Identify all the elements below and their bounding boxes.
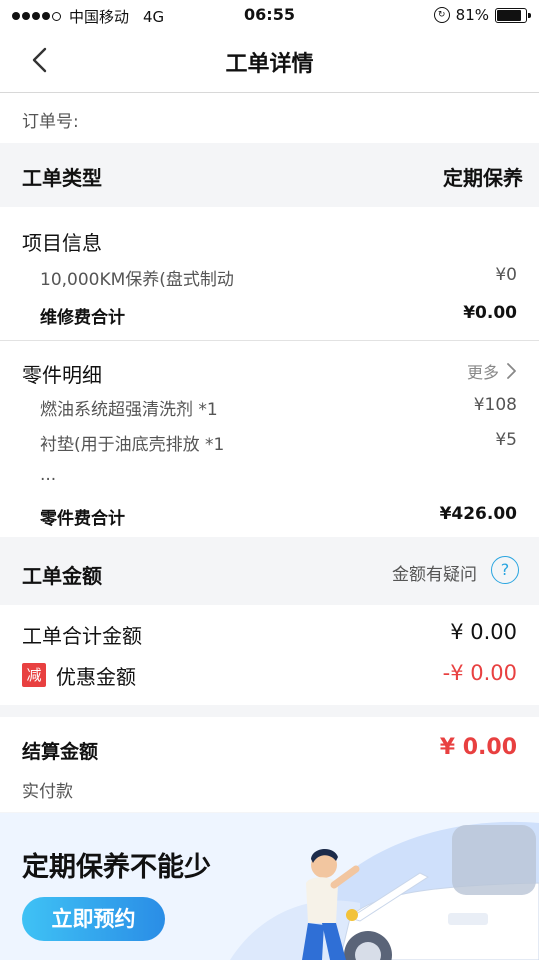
- work-type-row: 工单类型 定期保养: [0, 144, 539, 206]
- order-total-value: ¥ 0.00: [450, 620, 517, 644]
- nav-bar: 工单详情: [0, 30, 539, 93]
- part-item-price: ¥108: [473, 395, 517, 415]
- repair-total-label: 维修费合计: [40, 308, 125, 328]
- discount-badge: 减: [22, 663, 46, 687]
- amount-card: 工单合计金额 ¥ 0.00 减 优惠金额 -¥ 0.00: [0, 605, 539, 705]
- banner-slogan: 定期保养不能少: [22, 852, 211, 883]
- order-total-label: 工单合计金额: [22, 624, 142, 648]
- work-type-value: 定期保养: [443, 166, 523, 190]
- actual-payment-label: 实付款: [22, 782, 73, 802]
- discount-label: 优惠金额: [56, 665, 136, 689]
- settlement-card: 结算金额 ¥ 0.00 实付款: [0, 717, 539, 812]
- parts-title: 零件明细: [22, 363, 102, 387]
- settlement-label: 结算金额: [22, 741, 99, 763]
- project-item-price: ¥0: [495, 265, 517, 285]
- parts-total-label: 零件费合计: [40, 509, 125, 529]
- repair-total-value: ¥0.00: [463, 303, 517, 323]
- parts-more-link[interactable]: 更多: [467, 359, 517, 383]
- help-icon[interactable]: ?: [491, 556, 519, 584]
- battery-percent: 81%: [455, 6, 489, 24]
- parts-card: 零件明细 更多 燃油系统超强清洗剂 *1 ¥108 衬垫(用于油底壳排放 *1 …: [0, 341, 539, 537]
- project-info-card: 项目信息 10,000KM保养(盘式制动 ¥0 维修费合计 ¥0.00: [0, 207, 539, 341]
- part-item-price: ¥5: [495, 430, 517, 450]
- amount-title: 工单金额: [22, 564, 102, 588]
- rotation-lock-icon: ↻: [433, 7, 450, 23]
- status-right: ↻ 81%: [433, 6, 531, 24]
- project-info-title: 项目信息: [22, 231, 102, 255]
- book-now-button[interactable]: 立即预约: [22, 897, 165, 941]
- parts-ellipsis: ...: [40, 465, 57, 485]
- project-item-name: 10,000KM保养(盘式制动: [40, 270, 234, 290]
- work-type-label: 工单类型: [22, 166, 102, 190]
- order-number-label: 订单号:: [22, 112, 79, 132]
- promo-banner[interactable]: 定期保养不能少 立即预约: [0, 813, 539, 960]
- part-item-name: 燃油系统超强清洗剂 *1: [40, 400, 218, 420]
- chevron-right-icon: [507, 363, 516, 379]
- order-number-row: 订单号:: [0, 93, 539, 143]
- status-bar: 中国移动 4G 06:55 ↻ 81%: [0, 0, 539, 30]
- more-label: 更多: [466, 363, 499, 382]
- parts-total-value: ¥426.00: [439, 504, 517, 524]
- amount-header: 工单金额 金额有疑问 ?: [0, 538, 539, 604]
- battery-icon: [495, 7, 531, 23]
- page-title: 工单详情: [225, 52, 314, 77]
- discount-value: -¥ 0.00: [442, 661, 517, 685]
- amount-question-link[interactable]: 金额有疑问: [392, 560, 477, 585]
- part-item-name: 衬垫(用于油底壳排放 *1: [40, 435, 225, 455]
- settlement-value: ¥ 0.00: [439, 735, 517, 760]
